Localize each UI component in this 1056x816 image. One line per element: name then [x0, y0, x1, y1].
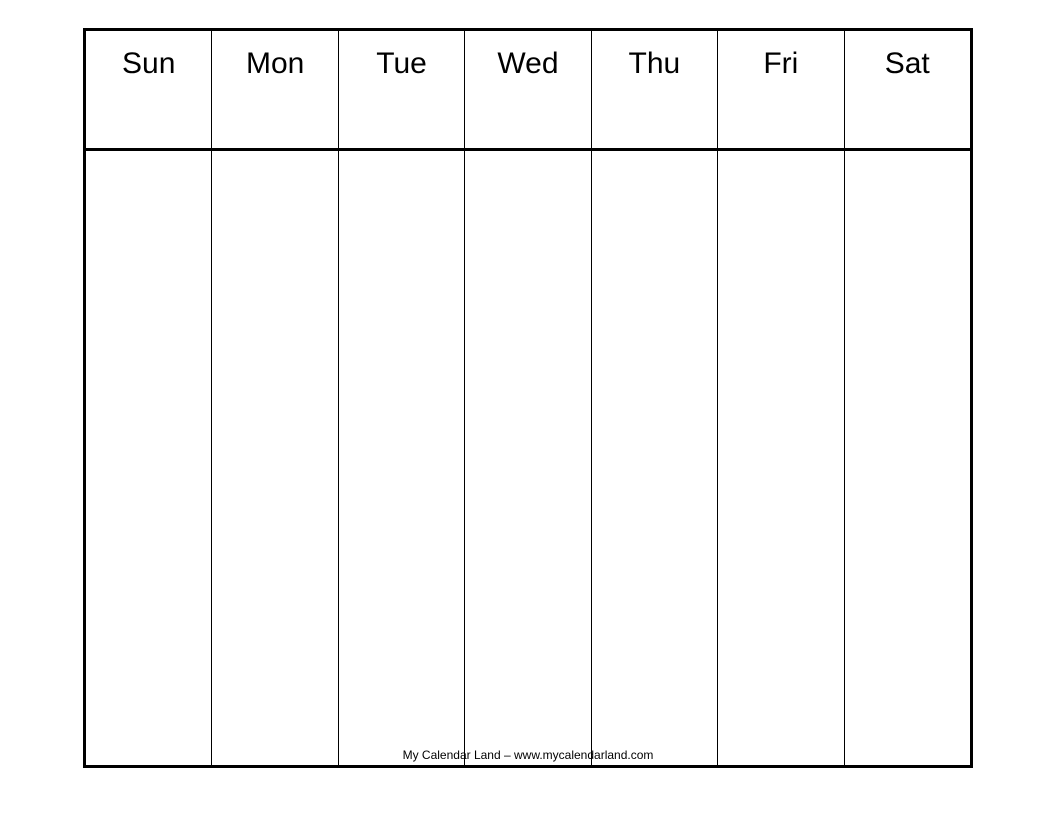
calendar-header-wed: Wed: [465, 31, 591, 148]
calendar-header-mon: Mon: [212, 31, 338, 148]
calendar-body-tue: [339, 151, 465, 765]
calendar-header-tue: Tue: [339, 31, 465, 148]
calendar-header-fri: Fri: [718, 31, 844, 148]
calendar-header-sun: Sun: [86, 31, 212, 148]
calendar-table: Sun Mon Tue Wed Thu Fri Sat My Calendar …: [83, 28, 973, 768]
calendar-header-row: Sun Mon Tue Wed Thu Fri Sat: [86, 31, 970, 151]
calendar-body-fri: [718, 151, 844, 765]
footer-attribution: My Calendar Land – www.mycalendarland.co…: [86, 748, 970, 762]
calendar-body-sun: [86, 151, 212, 765]
calendar-header-thu: Thu: [592, 31, 718, 148]
calendar-body-mon: [212, 151, 338, 765]
calendar-body-thu: [592, 151, 718, 765]
calendar-header-sat: Sat: [845, 31, 970, 148]
calendar-body-wed: [465, 151, 591, 765]
calendar-body-row: [86, 151, 970, 765]
calendar-body-sat: [845, 151, 970, 765]
